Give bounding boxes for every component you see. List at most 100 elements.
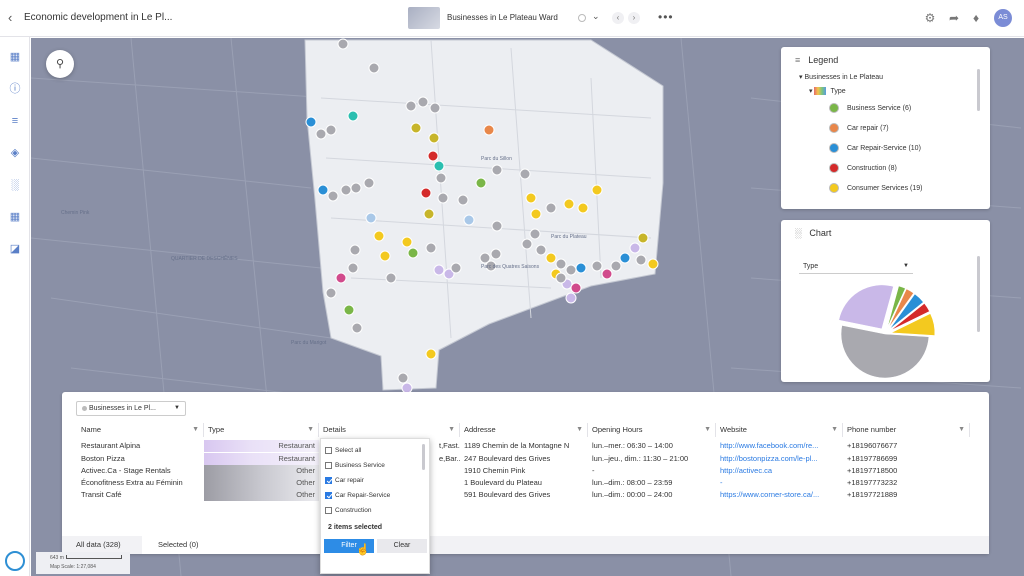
list-icon: ≡ xyxy=(795,55,801,65)
cell-hours: - xyxy=(592,466,595,475)
checkbox[interactable] xyxy=(325,507,332,514)
filter-option[interactable]: Car repair xyxy=(325,477,364,484)
cell-hours: lun.–dim.: 08:00 – 23:59 xyxy=(592,478,673,487)
map-label-parc-sillon: Parc du Sillon xyxy=(481,156,512,162)
legend-item[interactable]: Car Repair-Service (10) xyxy=(829,143,921,153)
filter-option[interactable]: Business Service xyxy=(325,462,385,469)
tab-all-data[interactable]: All data (328) xyxy=(76,540,121,549)
legend-type[interactable]: ▾ Type xyxy=(809,87,846,96)
chevron-down-icon[interactable]: ⌄ xyxy=(592,11,600,22)
column-label: Website xyxy=(720,425,747,434)
dropdown-scrollbar[interactable] xyxy=(422,444,425,470)
cell-type: Other xyxy=(204,465,319,477)
legend-item[interactable]: Construction (8) xyxy=(829,163,897,173)
legend-color-icon xyxy=(829,183,839,193)
legend-panel: ≡ Legend ▾ Businesses in Le Plateau ▾ Ty… xyxy=(781,47,990,209)
table-row[interactable]: Éconofitness Extra au Féminin Other 1 Bo… xyxy=(77,477,972,489)
checkbox-checked[interactable] xyxy=(325,477,332,484)
layers-icon[interactable]: ◈ xyxy=(7,145,23,161)
checkbox[interactable] xyxy=(325,462,332,469)
filter-icon[interactable]: ▼ xyxy=(831,423,838,437)
filter-icon[interactable]: ▼ xyxy=(576,423,583,437)
app-logo-icon xyxy=(5,551,25,571)
cell-hours: lun.–jeu., dim.: 11:30 – 21:00 xyxy=(592,454,689,463)
column-header-hours[interactable]: Opening Hours ▼ xyxy=(588,423,716,437)
share-icon[interactable]: ➦ xyxy=(947,11,961,25)
cell-address: 247 Boulevard des Grives xyxy=(464,454,551,463)
filter-icon[interactable]: ▼ xyxy=(958,423,965,437)
map-search-button[interactable]: ⚲ xyxy=(46,50,74,78)
column-label: Details xyxy=(323,425,346,434)
bar-chart-icon[interactable]: ░ xyxy=(7,177,23,193)
legend-item[interactable]: Consumer Services (19) xyxy=(829,183,922,193)
cell-phone: +18196076677 xyxy=(847,441,898,450)
chart-scrollbar[interactable] xyxy=(977,256,980,332)
gear-icon[interactable]: ⚙ xyxy=(923,11,937,25)
cell-phone: +18197721889 xyxy=(847,490,898,499)
cell-address: 1910 Chemin Pink xyxy=(464,466,526,475)
filter-option[interactable]: Car Repair-Service xyxy=(325,492,390,499)
column-header-name[interactable]: Name ▼ xyxy=(77,423,204,437)
map-label-chemin-pink: Chemin Pink xyxy=(61,210,90,216)
column-header-phone[interactable]: Phone number ▼ xyxy=(843,423,970,437)
cell-type: Other xyxy=(204,477,319,489)
legend-color-icon xyxy=(829,123,839,133)
cell-phone: +18197786699 xyxy=(847,454,898,463)
table-row[interactable]: Boston Pizza Restaurant e,Bar... 247 Bou… xyxy=(77,453,972,465)
checkbox[interactable] xyxy=(325,447,332,454)
column-header-website[interactable]: Website ▼ xyxy=(716,423,843,437)
cell-name: Transit Café xyxy=(81,490,122,499)
map-thumbnail[interactable] xyxy=(408,7,440,29)
column-label: Name xyxy=(81,425,102,434)
prev-arrow-icon[interactable]: ‹ xyxy=(612,12,624,24)
back-arrow-icon[interactable]: ‹ xyxy=(8,11,20,25)
clear-button[interactable]: Clear xyxy=(377,539,427,553)
cell-name: Restaurant Alpina xyxy=(81,441,141,450)
table-row[interactable]: Activec.Ca - Stage Rentals Other 1910 Ch… xyxy=(77,465,972,477)
cell-phone: +18197773232 xyxy=(847,478,898,487)
pie-slice-restaurant[interactable] xyxy=(838,284,894,330)
dataset-color-icon xyxy=(82,406,87,411)
cell-website-link[interactable]: https://www.corner-store.ca/... xyxy=(716,489,843,501)
table-row[interactable]: Restaurant Alpina Restaurant t,Fast... 1… xyxy=(77,440,972,452)
column-header-type[interactable]: Type ▼ xyxy=(204,423,319,437)
cell-website-link[interactable]: http://activec.ca xyxy=(716,465,843,477)
map-label-parc-plateau: Parc du Plateau xyxy=(551,234,587,240)
scale-bar xyxy=(66,555,122,559)
cell-website-link[interactable]: http://bostonpizza.com/le-pl... xyxy=(716,453,843,465)
filter-icon[interactable]: ▼ xyxy=(704,423,711,437)
tab-selected[interactable]: Selected (0) xyxy=(158,540,198,549)
filter-icon[interactable]: ▼ xyxy=(192,423,199,437)
map-icon[interactable]: ▦ xyxy=(7,49,23,65)
filter-icon[interactable]: ▼ xyxy=(448,423,455,437)
list-icon[interactable]: ≡ xyxy=(7,113,23,129)
search-icon: ⚲ xyxy=(55,58,65,70)
legend-group[interactable]: ▾ Businesses in Le Plateau xyxy=(799,73,883,81)
filter-option[interactable]: Construction xyxy=(325,507,372,514)
filter-option-label: Business Service xyxy=(335,462,385,469)
legend-scrollbar[interactable] xyxy=(977,69,980,111)
legend-item[interactable]: Car repair (7) xyxy=(829,123,889,133)
cell-details: t,Fast... xyxy=(439,441,460,450)
filter-icon[interactable]: ▼ xyxy=(307,423,314,437)
more-options-icon[interactable]: ••• xyxy=(658,10,674,24)
table-icon[interactable]: ▦ xyxy=(7,209,23,225)
book-icon[interactable]: ◪ xyxy=(7,241,23,257)
cell-website-link[interactable]: - xyxy=(716,477,843,489)
checkbox-checked[interactable] xyxy=(325,492,332,499)
map-scale: 643 m Map Scale: 1:27,084 xyxy=(36,552,130,574)
avatar[interactable]: AS xyxy=(994,9,1012,27)
column-header-details[interactable]: Details ▼ xyxy=(319,423,460,437)
filter-option[interactable]: Select all xyxy=(325,447,361,454)
map-name[interactable]: Businesses in Le Plateau Ward xyxy=(447,13,558,22)
next-arrow-icon[interactable]: › xyxy=(628,12,640,24)
column-label: Phone number xyxy=(847,425,897,434)
column-header-address[interactable]: Addresse ▼ xyxy=(460,423,588,437)
dataset-select[interactable]: Businesses in Le Pl... ▼ xyxy=(76,401,186,416)
table-row[interactable]: Transit Café Other 591 Boulevard des Gri… xyxy=(77,489,972,501)
bell-icon[interactable]: ♦ xyxy=(969,11,983,25)
legend-item[interactable]: Business Service (6) xyxy=(829,103,911,113)
pie-chart[interactable] xyxy=(781,220,990,382)
info-icon[interactable]: ⓘ xyxy=(7,81,23,97)
cell-website-link[interactable]: http://www.facebook.com/re... xyxy=(716,440,843,452)
